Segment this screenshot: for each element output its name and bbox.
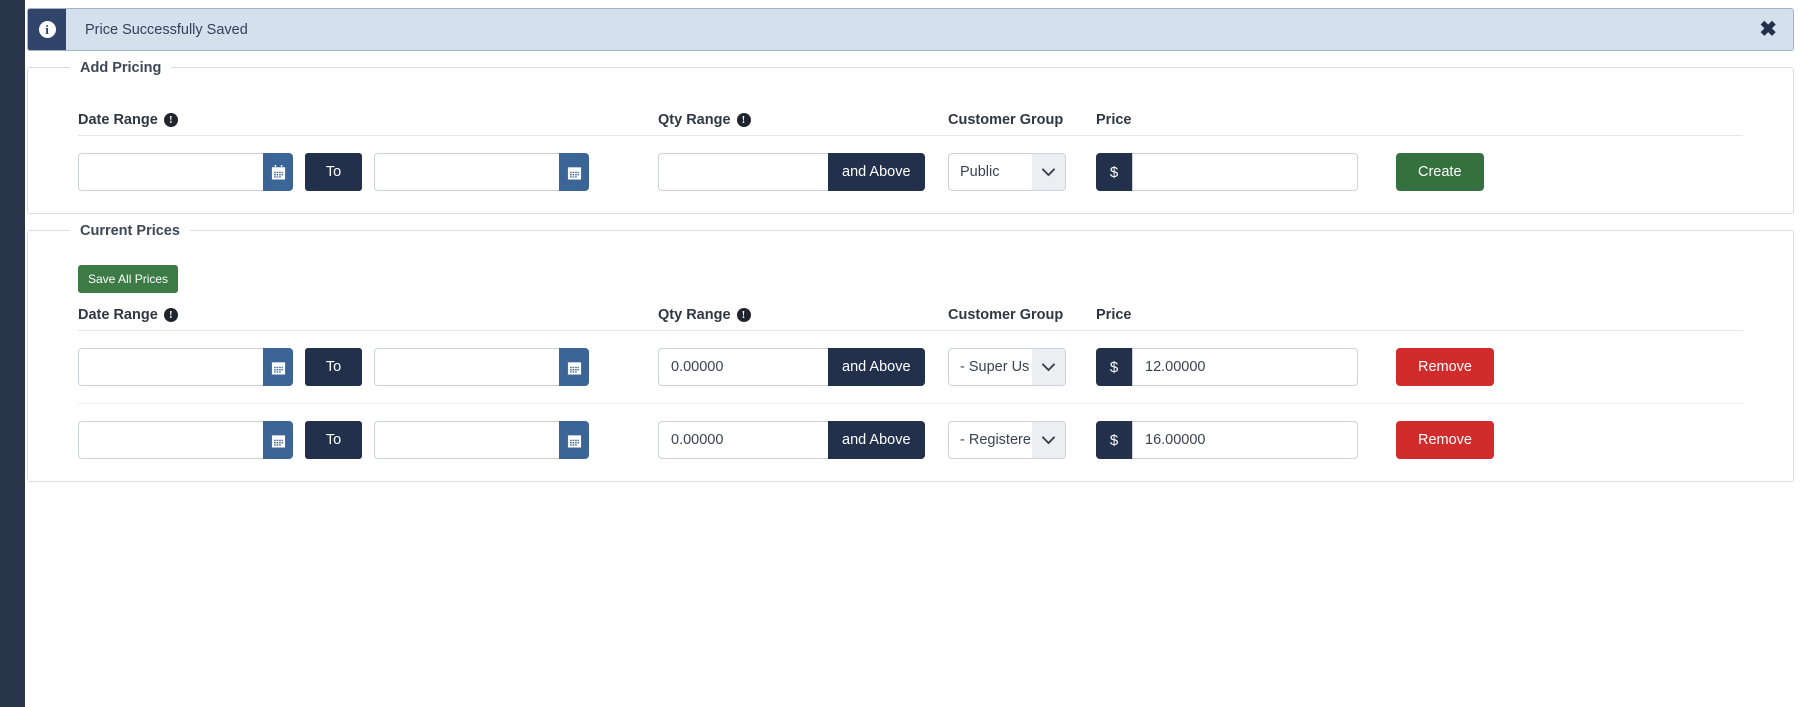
and-above-addon: and Above bbox=[828, 153, 925, 191]
date-range-input-group: To bbox=[78, 153, 658, 191]
customer-group-field: Public bbox=[948, 153, 1096, 191]
price-input[interactable] bbox=[1132, 421, 1358, 459]
success-alert: i Price Successfully Saved ✖ bbox=[27, 8, 1794, 51]
qty-input[interactable] bbox=[658, 153, 828, 191]
header-price: Price bbox=[1096, 112, 1132, 128]
chevron-down-icon bbox=[1032, 422, 1065, 458]
currency-symbol-addon: $ bbox=[1096, 153, 1132, 191]
alert-message: Price Successfully Saved bbox=[85, 21, 248, 38]
calendar-icon-button-to[interactable] bbox=[559, 348, 589, 386]
current-prices-body: Save All Prices Date Range ! Qty Range !… bbox=[48, 249, 1773, 459]
row-actions: Remove bbox=[1396, 421, 1743, 459]
save-all-prices-button[interactable]: Save All Prices bbox=[78, 265, 179, 293]
header-qty-range: Qty Range ! bbox=[658, 307, 948, 323]
price-input-group: $ bbox=[1096, 421, 1396, 459]
header-date-range: Date Range ! bbox=[78, 112, 658, 128]
chevron-down-icon bbox=[1032, 154, 1065, 190]
add-pricing-body: Date Range ! Qty Range ! Customer Group … bbox=[48, 112, 1773, 191]
qty-input-group: and Above bbox=[658, 421, 948, 459]
and-above-addon: and Above bbox=[828, 421, 925, 459]
info-icon[interactable]: ! bbox=[163, 308, 178, 322]
add-pricing-header-row: Date Range ! Qty Range ! Customer Group … bbox=[78, 112, 1743, 136]
price-field-group: $ bbox=[1096, 153, 1396, 191]
remove-button[interactable]: Remove bbox=[1396, 421, 1494, 459]
price-field-group: $ bbox=[1096, 348, 1396, 386]
qty-input[interactable] bbox=[658, 348, 828, 386]
table-row: To bbox=[78, 331, 1743, 404]
info-icon[interactable]: ! bbox=[163, 113, 178, 127]
date-range-to-label: To bbox=[305, 421, 362, 459]
qty-input-group: and Above bbox=[658, 153, 948, 191]
customer-group-select[interactable]: - Registere bbox=[948, 421, 1066, 459]
info-icon: i bbox=[38, 21, 56, 38]
add-pricing-section: Add Pricing Date Range ! Qty Range ! Cus… bbox=[27, 60, 1794, 214]
price-input-group: $ bbox=[1096, 348, 1396, 386]
current-prices-legend: Current Prices bbox=[70, 223, 190, 239]
qty-range-field-group: and Above bbox=[658, 421, 948, 459]
date-range-field-group: To bbox=[78, 348, 658, 386]
customer-group-value: Public bbox=[960, 164, 1000, 180]
date-from-input[interactable] bbox=[78, 348, 263, 386]
qty-input[interactable] bbox=[658, 421, 828, 459]
calendar-icon-button-from[interactable] bbox=[263, 153, 293, 191]
date-from-input[interactable] bbox=[78, 153, 263, 191]
date-from-input[interactable] bbox=[78, 421, 263, 459]
date-range-input-group: To bbox=[78, 421, 658, 459]
qty-range-field-group: and Above bbox=[658, 348, 948, 386]
date-to-input[interactable] bbox=[374, 421, 559, 459]
customer-group-value: - Super Us bbox=[960, 359, 1030, 375]
date-range-to-label: To bbox=[305, 153, 362, 191]
header-date-range-label: Date Range bbox=[78, 307, 158, 323]
and-above-addon: and Above bbox=[828, 348, 925, 386]
date-range-field-group: To bbox=[78, 153, 658, 191]
add-pricing-legend: Add Pricing bbox=[70, 60, 172, 76]
calendar-icon-button-to[interactable] bbox=[559, 153, 589, 191]
create-button[interactable]: Create bbox=[1396, 153, 1484, 191]
customer-group-value: - Registere bbox=[960, 432, 1031, 448]
header-qty-range-label: Qty Range bbox=[658, 307, 731, 323]
calendar-icon-button-from[interactable] bbox=[263, 348, 293, 386]
currency-symbol-addon: $ bbox=[1096, 348, 1132, 386]
page-content: i Price Successfully Saved ✖ Add Pricing… bbox=[25, 0, 1816, 707]
header-qty-range-label: Qty Range bbox=[658, 112, 731, 128]
alert-icon-container: i bbox=[28, 9, 66, 50]
current-prices-section: Current Prices Save All Prices Date Rang… bbox=[27, 223, 1794, 482]
current-prices-header-row: Date Range ! Qty Range ! Customer Group … bbox=[78, 307, 1743, 331]
close-icon[interactable]: ✖ bbox=[1759, 9, 1793, 50]
price-input-group: $ bbox=[1096, 153, 1396, 191]
date-to-input[interactable] bbox=[374, 153, 559, 191]
remove-button[interactable]: Remove bbox=[1396, 348, 1494, 386]
header-date-range: Date Range ! bbox=[78, 307, 658, 323]
date-range-to-label: To bbox=[305, 348, 362, 386]
customer-group-field: - Super Us bbox=[948, 348, 1096, 386]
info-icon[interactable]: ! bbox=[736, 308, 751, 322]
price-input[interactable] bbox=[1132, 153, 1358, 191]
chevron-down-icon bbox=[1032, 349, 1065, 385]
calendar-icon-button-to[interactable] bbox=[559, 421, 589, 459]
table-row: To bbox=[78, 404, 1743, 459]
header-date-range-label: Date Range bbox=[78, 112, 158, 128]
add-pricing-actions: Create bbox=[1396, 153, 1743, 191]
header-customer-group: Customer Group bbox=[948, 307, 1064, 323]
info-icon[interactable]: ! bbox=[736, 113, 751, 127]
qty-range-field-group: and Above bbox=[658, 153, 948, 191]
price-field-group: $ bbox=[1096, 421, 1396, 459]
currency-symbol-addon: $ bbox=[1096, 421, 1132, 459]
left-sidebar-rail bbox=[0, 0, 25, 707]
header-qty-range: Qty Range ! bbox=[658, 112, 948, 128]
header-price: Price bbox=[1096, 307, 1132, 323]
date-range-field-group: To bbox=[78, 421, 658, 459]
customer-group-field: - Registere bbox=[948, 421, 1096, 459]
price-input[interactable] bbox=[1132, 348, 1358, 386]
calendar-icon-button-from[interactable] bbox=[263, 421, 293, 459]
add-pricing-input-row: To and Above Public $ Create bbox=[78, 136, 1743, 191]
customer-group-select[interactable]: - Super Us bbox=[948, 348, 1066, 386]
date-range-input-group: To bbox=[78, 348, 658, 386]
header-customer-group: Customer Group bbox=[948, 112, 1064, 128]
qty-input-group: and Above bbox=[658, 348, 948, 386]
row-actions: Remove bbox=[1396, 348, 1743, 386]
customer-group-select[interactable]: Public bbox=[948, 153, 1066, 191]
date-to-input[interactable] bbox=[374, 348, 559, 386]
